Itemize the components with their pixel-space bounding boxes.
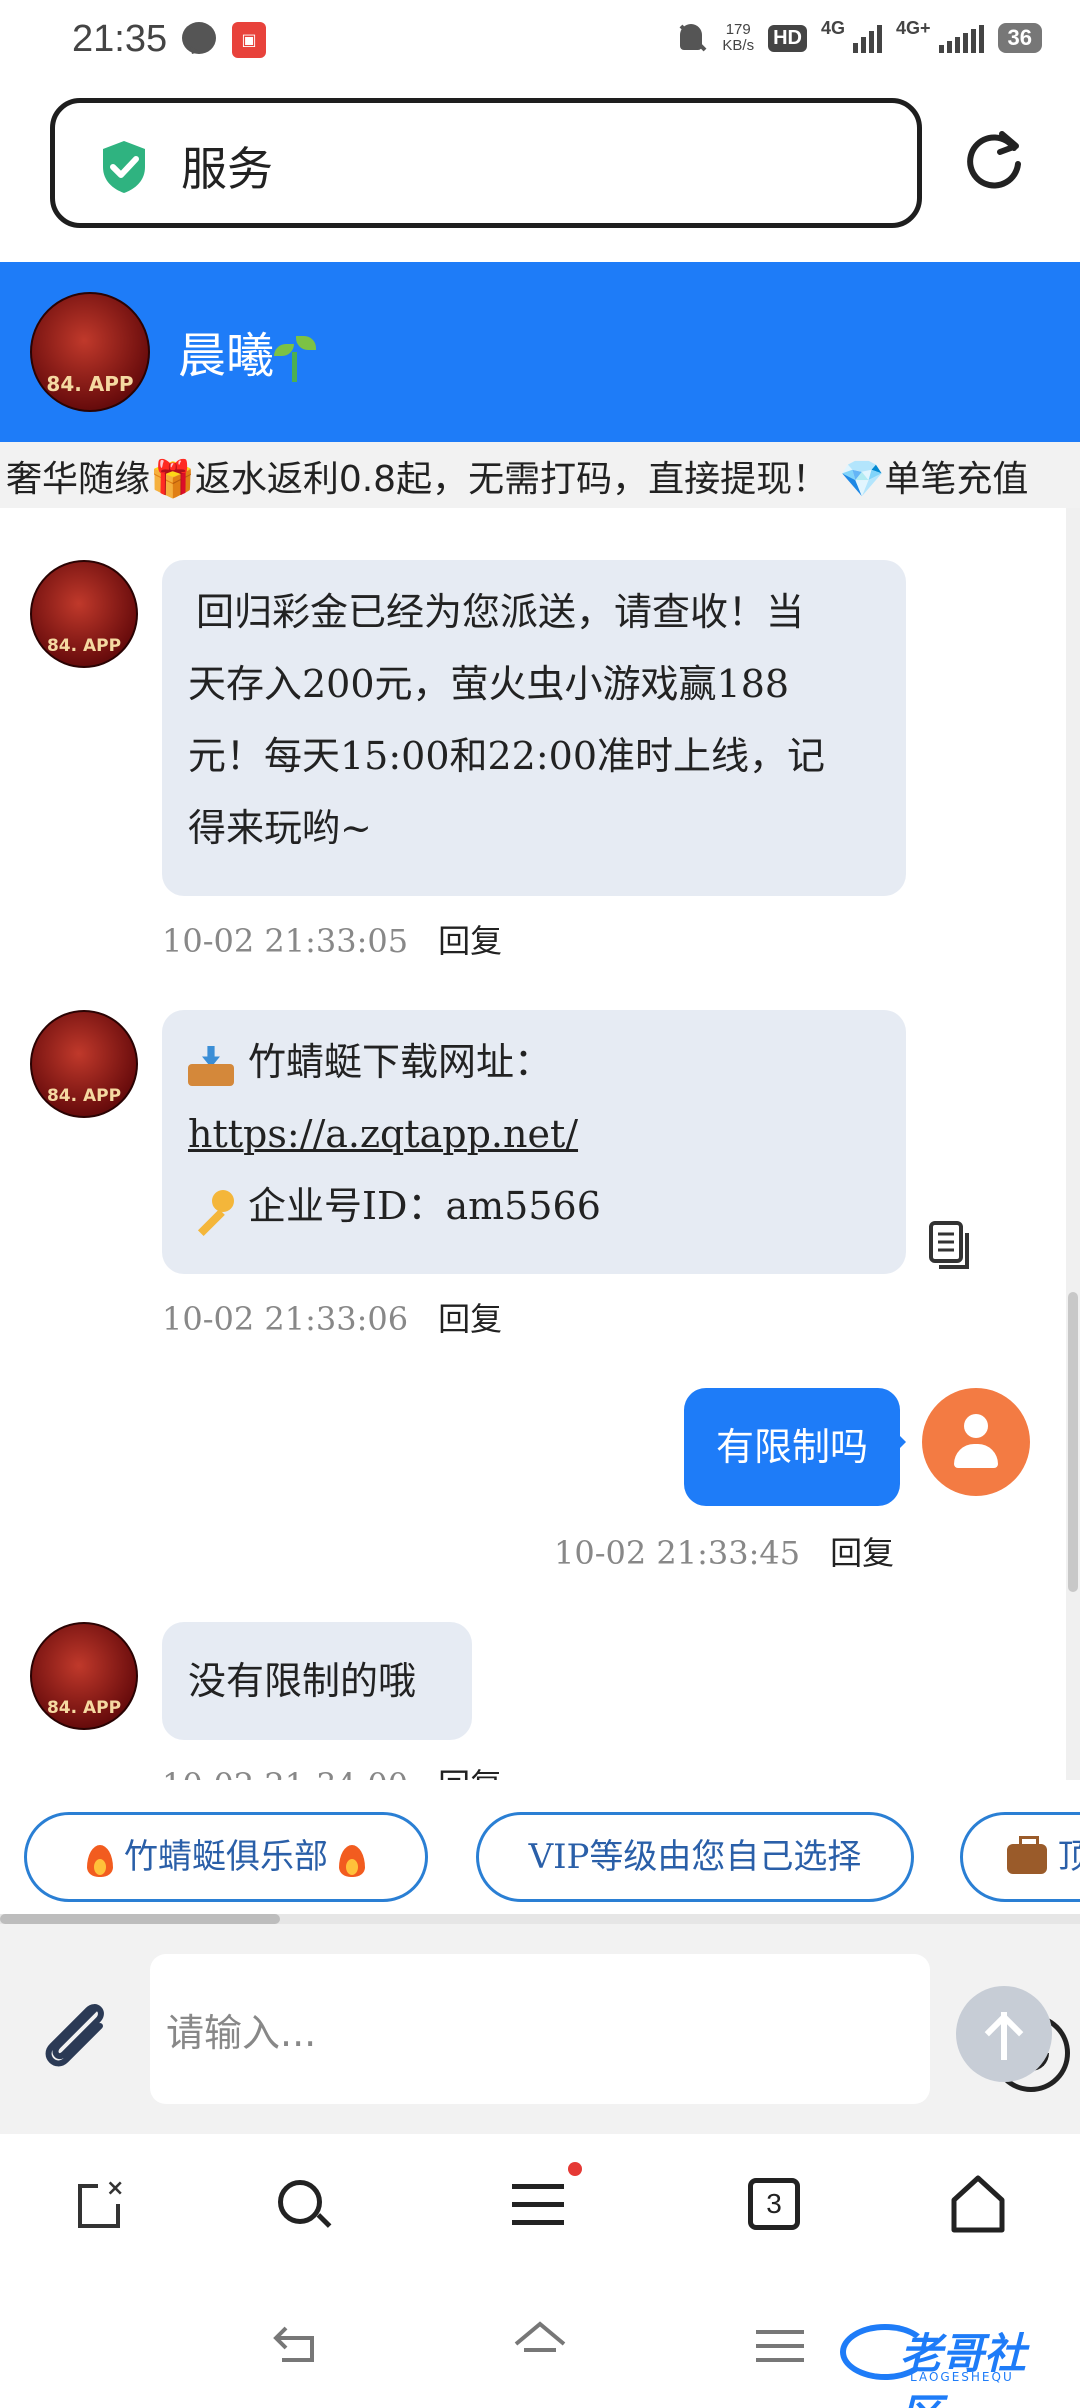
message-meta: 10-02 21:33:45 回复: [554, 1528, 894, 1574]
message-bubble[interactable]: 竹蜻蜓下载网址： https://a.zqtapp.net/ 企业号ID：am5…: [162, 1010, 906, 1274]
close-page-icon[interactable]: ×: [72, 2174, 132, 2234]
inbox-tray-icon: [188, 1045, 234, 1086]
message-time: 10-02 21:33:45: [554, 1534, 801, 1572]
mute-icon: [674, 20, 708, 56]
chat-header: 84. APP 晨曦: [0, 262, 1080, 442]
quick-replies-scrollbar[interactable]: [0, 1914, 1080, 1924]
agent-avatar[interactable]: 84. APP: [30, 1010, 138, 1118]
quick-reply-more[interactable]: 顶: [960, 1812, 1080, 1902]
system-nav-bar: 老哥社区 LAOGESHEQU: [0, 2280, 1080, 2408]
message-composer: 请输入...: [0, 1924, 1080, 2134]
net-speed: 179 KB/s: [722, 21, 755, 54]
network-type-1: 4G: [820, 17, 845, 38]
tab-count: 3: [748, 2178, 800, 2230]
send-button[interactable]: [956, 1986, 1052, 2082]
message-time: 10-02 21:33:06: [162, 1300, 409, 1338]
quick-reply-vip[interactable]: VIP等级由您自己选择: [476, 1812, 914, 1902]
agent-avatar[interactable]: 84. APP: [30, 1622, 138, 1730]
message-bubble[interactable]: 没有限制的哦: [162, 1622, 472, 1740]
signal-icon: [852, 23, 882, 53]
shield-check-icon: [103, 141, 145, 193]
status-time: 21:35: [72, 18, 168, 60]
home-icon[interactable]: [948, 2174, 1008, 2234]
agent-name: 晨曦: [178, 316, 317, 386]
hd-badge: HD: [768, 24, 807, 52]
user-avatar[interactable]: [922, 1388, 1030, 1496]
message-input[interactable]: 请输入...: [150, 1954, 1070, 2104]
menu-icon[interactable]: [508, 2162, 582, 2234]
reply-button[interactable]: 回复: [438, 1300, 502, 1338]
fire-icon: [87, 1841, 114, 1877]
network-type-2: 4G+: [895, 17, 931, 38]
tabs-button[interactable]: 3: [744, 2174, 804, 2234]
signal-icon: [938, 23, 984, 53]
download-link[interactable]: https://a.zqtapp.net/: [188, 1112, 578, 1156]
copy-icon[interactable]: [928, 1220, 972, 1272]
page-title: 服务: [181, 142, 273, 196]
browser-toolbar: × 3: [0, 2134, 1080, 2280]
search-icon[interactable]: [272, 2174, 332, 2234]
agent-avatar[interactable]: 84. APP: [30, 560, 138, 668]
announcement-marquee: 奢华随缘🎁返水返利0.8起，无需打码，直接提现！ 💎单笔充值: [0, 442, 1080, 508]
reply-button[interactable]: 回复: [830, 1534, 894, 1572]
message-time: 10-02 21:33:05: [162, 922, 409, 960]
battery-indicator: 36: [997, 23, 1042, 53]
message-meta: 10-02 21:34:00 回复: [162, 1760, 502, 1780]
message-notification-icon: [182, 22, 216, 54]
chat-messages[interactable]: 84. APP 回归彩金已经为您派送，请查收！当 天存入200元，萤火虫小游戏赢…: [0, 508, 1080, 1780]
user-message-bubble[interactable]: 有限制吗: [684, 1388, 906, 1506]
message-meta: 10-02 21:33:06 回复: [162, 1294, 502, 1340]
key-icon: [188, 1189, 234, 1236]
agent-avatar[interactable]: 84. APP: [30, 292, 150, 412]
quick-reply-club[interactable]: 竹蜻蜓俱乐部: [24, 1812, 428, 1902]
notification-dot: [568, 2162, 582, 2176]
attachment-icon[interactable]: [36, 1996, 116, 2068]
fire-icon: [338, 1841, 365, 1877]
back-icon[interactable]: [272, 2324, 322, 2364]
message-time: 10-02 21:34:00: [162, 1766, 408, 1780]
reply-button[interactable]: 回复: [438, 1766, 502, 1780]
address-bar[interactable]: 服务: [50, 98, 922, 228]
reply-button[interactable]: 回复: [438, 922, 502, 960]
input-placeholder: 请输入...: [166, 2011, 317, 2055]
quick-replies: 竹蜻蜓俱乐部 VIP等级由您自己选择 顶: [0, 1780, 1080, 1914]
message-bubble[interactable]: 回归彩金已经为您派送，请查收！当 天存入200元，萤火虫小游戏赢188 元！每天…: [162, 560, 906, 896]
recents-icon[interactable]: [756, 2326, 804, 2366]
scrollbar[interactable]: [1066, 508, 1080, 1780]
reload-icon[interactable]: [962, 128, 1028, 194]
briefcase-icon: [1007, 1836, 1047, 1874]
seedling-icon: [274, 334, 317, 384]
watermark-logo: 老哥社区 LAOGESHEQU: [840, 2316, 1064, 2408]
status-bar: 21:35 ▣ 179 KB/s HD 4G 4G+ 36: [0, 0, 1080, 86]
app-notification-icon: ▣: [232, 22, 266, 58]
home-nav-icon[interactable]: [510, 2320, 570, 2370]
message-meta: 10-02 21:33:05 回复: [162, 916, 502, 962]
